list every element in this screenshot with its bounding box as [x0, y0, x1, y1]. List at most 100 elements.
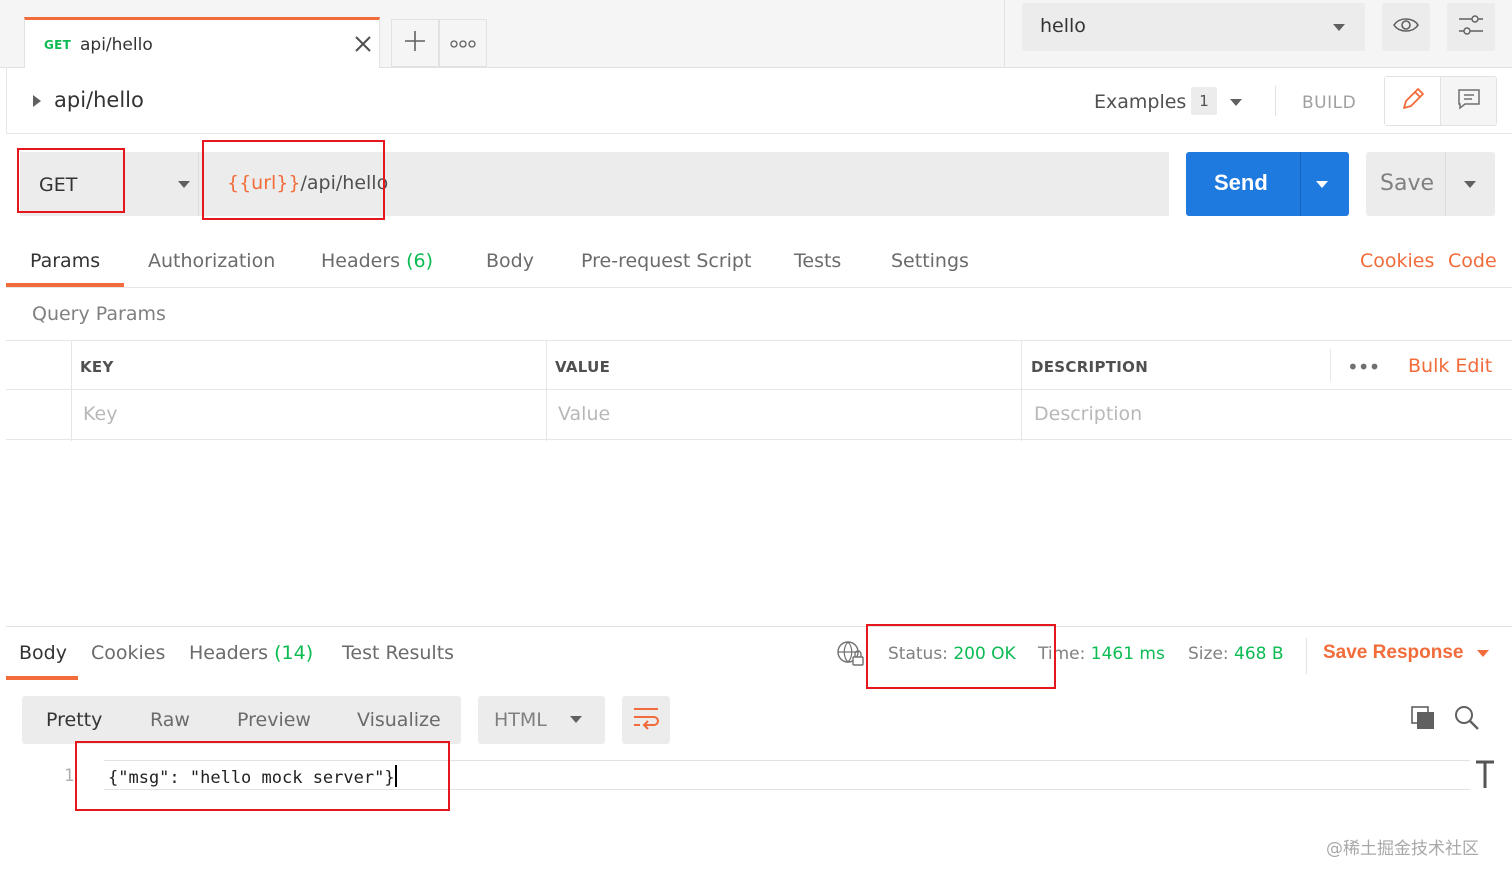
response-tab-cookies[interactable]: Cookies [91, 642, 165, 664]
view-raw-button[interactable]: Raw [150, 709, 190, 731]
chevron-down-icon[interactable] [1464, 181, 1476, 188]
column-header-value: VALUE [555, 358, 611, 376]
divider [1021, 341, 1022, 441]
tab-params[interactable]: Params [30, 250, 100, 272]
caret-right-icon[interactable] [33, 95, 41, 107]
tab-headers-label: Headers [321, 250, 401, 272]
build-label: BUILD [1302, 93, 1357, 113]
environment-quick-look-button[interactable] [1382, 3, 1430, 51]
watermark: @稀土掘金技术社区 [1326, 839, 1479, 859]
tab-body[interactable]: Body [486, 250, 534, 272]
response-tab-body[interactable]: Body [19, 642, 67, 664]
tab-authorization[interactable]: Authorization [148, 250, 275, 272]
code-link[interactable]: Code [1448, 250, 1497, 272]
divider [546, 341, 547, 441]
size-readout: Size: 468 B [1188, 644, 1284, 664]
response-tab-headers[interactable]: Headers (14) [189, 642, 313, 664]
column-header-key: KEY [80, 358, 114, 376]
format-label: HTML [494, 709, 547, 731]
plus-icon [403, 29, 427, 57]
format-select[interactable]: HTML [478, 696, 605, 744]
copy-icon[interactable] [1410, 705, 1436, 735]
text-cursor-icon [1474, 760, 1496, 790]
description-input[interactable]: Description [1034, 403, 1142, 425]
highlight-box [17, 148, 125, 213]
documentation-mode-button[interactable] [1441, 77, 1497, 125]
close-icon[interactable] [351, 32, 375, 56]
bulk-edit-link[interactable]: Bulk Edit [1408, 355, 1492, 377]
request-tab[interactable]: GET api/hello [24, 17, 380, 68]
environment-select[interactable]: hello [1022, 3, 1365, 51]
response-tabs: Body Cookies Headers (14) Test Results S… [6, 632, 1512, 680]
more-horizontal-icon [450, 34, 476, 53]
eye-icon [1392, 15, 1420, 39]
view-preview-button[interactable]: Preview [237, 709, 311, 731]
cookies-link[interactable]: Cookies [1360, 250, 1434, 272]
view-pretty-button[interactable]: Pretty [46, 709, 102, 731]
wrap-lines-button[interactable] [622, 696, 670, 744]
search-icon[interactable] [1454, 705, 1480, 735]
examples-button[interactable]: Examples [1094, 91, 1186, 113]
divider [1300, 152, 1301, 216]
tab-strip: GET api/hello hello [0, 0, 1512, 68]
environment-label: hello [1040, 15, 1086, 37]
tab-options-button[interactable] [439, 19, 487, 67]
response-headers-count: (14) [274, 642, 314, 664]
tab-settings[interactable]: Settings [891, 250, 969, 272]
tab-title: api/hello [80, 35, 153, 55]
save-button[interactable]: Save [1366, 152, 1495, 216]
divider [71, 341, 72, 441]
divider [1275, 86, 1276, 116]
divider [1004, 0, 1005, 68]
examples-count-badge: 1 [1191, 87, 1217, 115]
value-input[interactable]: Value [558, 403, 610, 425]
view-visualize-button[interactable]: Visualize [357, 709, 441, 731]
active-tab-indicator [6, 283, 124, 287]
column-header-description: DESCRIPTION [1031, 358, 1149, 376]
time-value: 1461 ms [1090, 644, 1165, 664]
globe-lock-icon[interactable] [836, 640, 866, 672]
tab-tests[interactable]: Tests [794, 250, 841, 272]
tab-method-badge: GET [44, 38, 72, 52]
save-response-button[interactable]: Save Response [1323, 642, 1463, 664]
send-button[interactable]: Send [1186, 152, 1349, 216]
chevron-down-icon [1333, 24, 1345, 31]
highlight-box [866, 624, 1056, 689]
wrap-lines-icon [632, 705, 660, 735]
sliders-icon [1457, 13, 1485, 41]
manage-environments-button[interactable] [1447, 3, 1495, 51]
highlight-box [75, 741, 450, 811]
time-readout: Time: 1461 ms [1038, 644, 1165, 664]
mode-toggle [1384, 76, 1497, 126]
size-label: Size: [1188, 644, 1229, 664]
edit-mode-button[interactable] [1385, 77, 1441, 125]
params-table: KEY VALUE DESCRIPTION ••• Bulk Edit Key … [6, 340, 1512, 441]
chevron-down-icon [178, 181, 190, 188]
tab-pre-request-script[interactable]: Pre-request Script [581, 250, 751, 272]
request-name[interactable]: api/hello [54, 88, 144, 112]
size-value: 468 B [1234, 644, 1284, 664]
divider [1330, 349, 1331, 381]
headers-count: (6) [406, 250, 434, 272]
chevron-down-icon[interactable] [1230, 99, 1242, 106]
query-params-title: Query Params [32, 303, 166, 325]
request-header: api/hello Examples 1 BUILD [6, 68, 1512, 134]
response-tab-headers-label: Headers [189, 642, 269, 664]
more-horizontal-icon[interactable]: ••• [1347, 355, 1380, 379]
tab-headers[interactable]: Headers (6) [321, 250, 433, 272]
chevron-down-icon[interactable] [1316, 181, 1328, 188]
response-view-selector: Pretty Raw Preview Visualize [22, 696, 461, 744]
divider [6, 439, 1512, 440]
request-tabs: Params Authorization Headers (6) Body Pr… [6, 236, 1512, 288]
highlight-box [202, 140, 385, 220]
line-number: 1 [64, 766, 75, 786]
chevron-down-icon[interactable] [1477, 650, 1489, 657]
comment-icon [1456, 87, 1482, 115]
chevron-down-icon [570, 716, 582, 723]
key-input[interactable]: Key [83, 403, 117, 425]
new-tab-button[interactable] [391, 19, 439, 67]
divider [1445, 152, 1446, 216]
send-label: Send [1214, 170, 1268, 195]
divider [6, 626, 1512, 627]
response-tab-test-results[interactable]: Test Results [342, 642, 454, 664]
